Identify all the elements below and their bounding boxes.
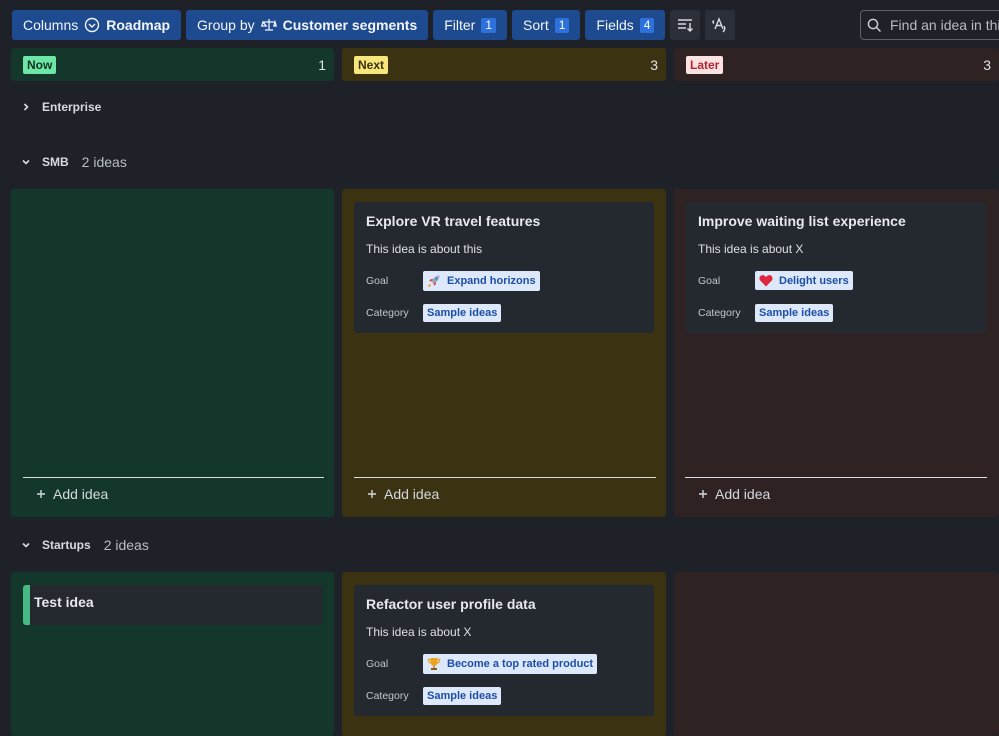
fields-label: Fields: [596, 17, 634, 33]
plus-icon: [367, 489, 377, 499]
group-name: Enterprise: [42, 100, 102, 114]
ai-sparkle-icon: [711, 16, 729, 34]
category-chip[interactable]: Sample ideas: [423, 303, 502, 322]
goal-label: Goal: [366, 274, 389, 287]
trophy-icon: [427, 657, 441, 671]
sort-button[interactable]: Sort 1: [512, 10, 581, 40]
column-count-now: 1: [318, 56, 326, 73]
category-label: Category: [366, 306, 409, 319]
goal-chip[interactable]: Delight users: [755, 271, 853, 290]
group-name: Startups: [42, 538, 91, 552]
column-header-later: Later 3: [674, 48, 999, 81]
idea-card[interactable]: Explore VR travel features This idea is …: [354, 202, 654, 333]
columns-button[interactable]: Columns Roadmap: [12, 10, 182, 40]
columns-label: Columns: [23, 17, 79, 33]
startups-later-lane: [674, 572, 999, 736]
goal-field: Goal Become a top rated product: [366, 653, 642, 674]
add-idea-button[interactable]: Add idea: [685, 477, 987, 502]
idea-card[interactable]: Refactor user profile data This idea is …: [354, 585, 654, 716]
group-by-label: Group by: [197, 17, 255, 33]
column-count-next: 3: [650, 56, 658, 73]
goal-chip[interactable]: Become a top rated product: [423, 653, 598, 674]
column-header-next: Next 3: [342, 48, 666, 81]
category-field: Category Sample ideas: [698, 302, 974, 323]
category-chip[interactable]: Sample ideas: [755, 303, 834, 322]
idea-title[interactable]: Test idea: [34, 594, 319, 610]
group-header-enterprise[interactable]: Enterprise: [20, 97, 101, 117]
add-idea-label: Add idea: [53, 486, 109, 502]
group-count: 2 ideas: [103, 537, 149, 553]
idea-title[interactable]: Explore VR travel features: [366, 213, 642, 229]
search-input[interactable]: [890, 17, 999, 33]
filter-count-badge: 1: [481, 17, 497, 33]
idea-card[interactable]: Improve waiting list experience This ide…: [686, 202, 986, 333]
plus-icon: [698, 489, 708, 499]
column-header-now: Now 1: [11, 48, 334, 81]
chevron-circle-down-icon: [84, 17, 100, 33]
columns-value: Roadmap: [106, 17, 171, 33]
idea-card[interactable]: Test idea: [23, 585, 323, 625]
idea-title[interactable]: Improve waiting list experience: [698, 213, 974, 229]
idea-title[interactable]: Refactor user profile data: [366, 596, 642, 612]
goal-chip[interactable]: Expand horizons: [423, 270, 540, 291]
category-label: Category: [366, 689, 409, 702]
chevron-down-icon[interactable]: [20, 540, 32, 550]
idea-description: This idea is about X: [698, 242, 804, 256]
plus-icon: [36, 489, 46, 499]
group-name: SMB: [42, 155, 69, 169]
card-layout-icon: [676, 16, 694, 34]
sort-label: Sort: [523, 17, 549, 33]
filter-label: Filter: [444, 17, 476, 33]
fields-count-badge: 4: [639, 17, 655, 33]
idea-description: This idea is about this: [366, 242, 483, 256]
group-count: 2 ideas: [81, 154, 127, 170]
search-icon: [867, 18, 882, 33]
goal-value: Delight users: [779, 274, 849, 287]
add-idea-button[interactable]: Add idea: [23, 477, 324, 502]
chevron-down-icon[interactable]: [20, 157, 32, 167]
column-label-now: Now: [23, 55, 57, 74]
group-by-value: Customer segments: [282, 17, 418, 33]
heart-icon: [759, 274, 773, 287]
sort-count-badge: 1: [554, 17, 570, 33]
goal-field: Goal Delight users: [698, 270, 974, 291]
goal-value: Become a top rated product: [447, 657, 594, 670]
search-box[interactable]: [860, 10, 999, 40]
scale-icon: [260, 17, 277, 33]
smb-now-lane: [11, 189, 334, 517]
goal-field: Goal Expand horizons: [366, 270, 642, 291]
category-field: Category Sample ideas: [366, 302, 642, 323]
add-idea-label: Add idea: [715, 486, 771, 502]
goal-label: Goal: [698, 274, 721, 287]
category-chip[interactable]: Sample ideas: [423, 686, 502, 705]
goal-value: Expand horizons: [447, 274, 536, 287]
idea-description: This idea is about X: [366, 625, 472, 639]
column-count-later: 3: [983, 56, 991, 73]
category-field: Category Sample ideas: [366, 685, 642, 706]
goal-label: Goal: [366, 657, 389, 670]
toolbar: Columns Roadmap Group by Customer segmen…: [12, 10, 736, 40]
chevron-right-icon[interactable]: [20, 102, 32, 112]
add-idea-label: Add idea: [384, 486, 440, 502]
group-header-smb[interactable]: SMB 2 ideas: [20, 152, 127, 172]
fields-button[interactable]: Fields 4: [585, 10, 666, 40]
autofill-button[interactable]: [705, 10, 736, 40]
column-label-later: Later: [686, 55, 724, 74]
add-idea-button[interactable]: Add idea: [354, 477, 656, 502]
column-label-next: Next: [354, 55, 389, 74]
category-label: Category: [698, 306, 741, 319]
filter-button[interactable]: Filter 1: [433, 10, 508, 40]
rocket-icon: [427, 274, 441, 288]
group-by-button[interactable]: Group by Customer segments: [186, 10, 429, 40]
card-layout-button[interactable]: [670, 10, 701, 40]
group-header-startups[interactable]: Startups 2 ideas: [20, 535, 149, 555]
